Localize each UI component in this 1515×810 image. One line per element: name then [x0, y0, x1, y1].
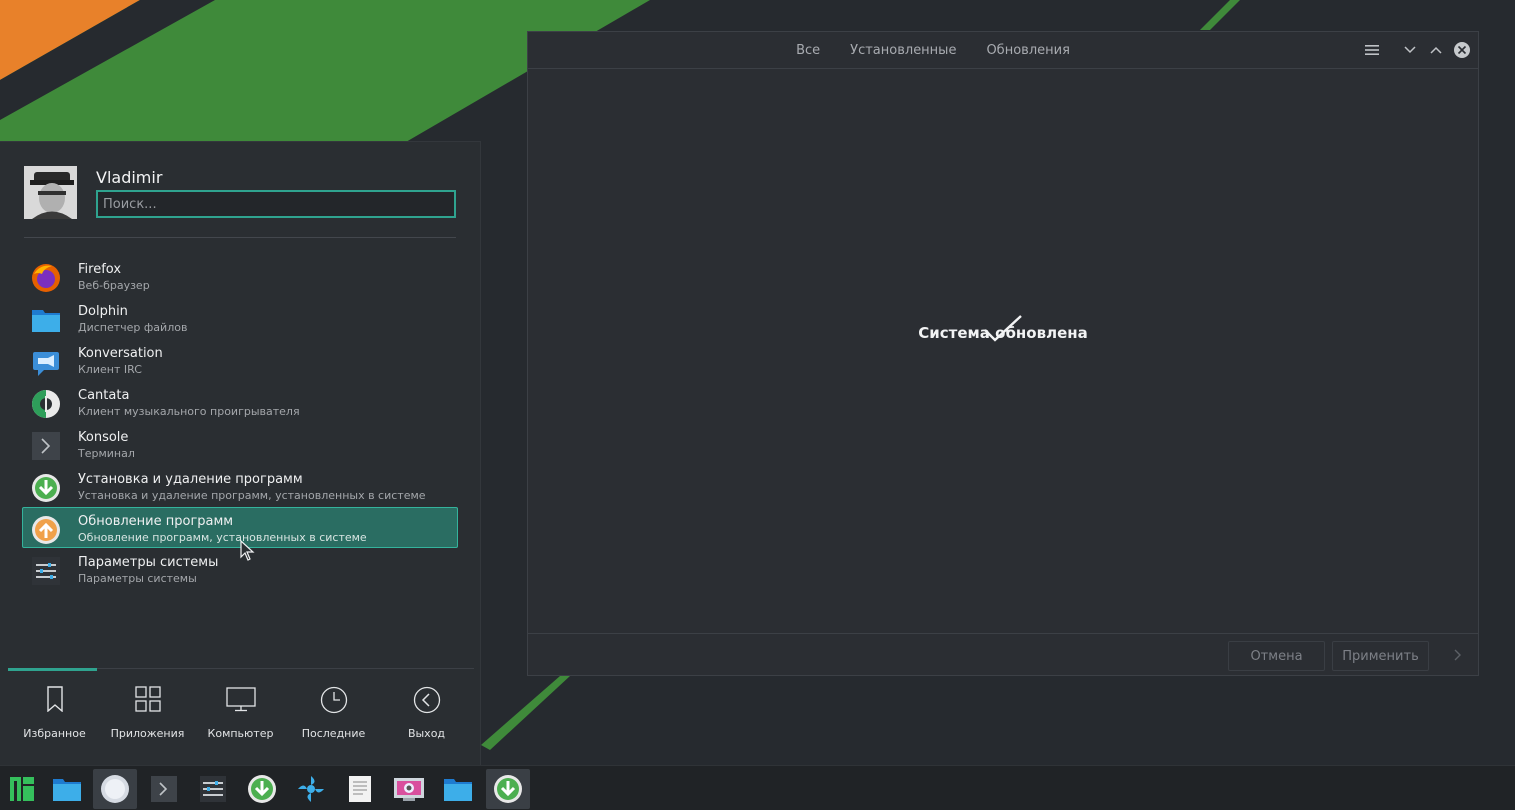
- active-tab-indicator: [8, 668, 97, 671]
- list-item-dolphin[interactable]: Dolphin Диспетчер файлов: [22, 297, 458, 339]
- manjaro-launcher-icon[interactable]: [0, 769, 44, 809]
- app-description: Клиент IRC: [78, 363, 142, 376]
- tab-all[interactable]: Все: [796, 43, 820, 58]
- mouse-cursor-icon: [240, 540, 255, 561]
- app-name: Cantata: [78, 388, 130, 403]
- app-description: Диспетчер файлов: [78, 321, 188, 334]
- tab-applications[interactable]: Приложения: [101, 672, 194, 762]
- app-name: Обновление программ: [78, 514, 234, 529]
- avatar[interactable]: [24, 166, 77, 219]
- list-item-cantata[interactable]: Cantata Клиент музыкального проигрывател…: [22, 381, 458, 423]
- folder-icon: [30, 304, 62, 336]
- cancel-button[interactable]: Отмена: [1228, 641, 1325, 671]
- update-icon: [30, 514, 62, 546]
- tab-installed[interactable]: Установленные: [850, 43, 956, 58]
- hamburger-menu-icon[interactable]: [1362, 40, 1382, 60]
- window-titlebar: Все Установленные Обновления: [528, 32, 1478, 69]
- window-tabs: Все Установленные Обновления: [528, 32, 1478, 69]
- chat-icon: [30, 346, 62, 378]
- music-player-icon: [30, 388, 62, 420]
- nav-label: Выход: [407, 727, 446, 740]
- grid-icon: [101, 686, 194, 712]
- app-name: Установка и удаление программ: [78, 472, 303, 487]
- settings-icon: [30, 555, 62, 587]
- taskbar: [0, 765, 1515, 810]
- install-icon[interactable]: [240, 769, 284, 809]
- tab-favorites[interactable]: Избранное: [8, 672, 101, 762]
- app-name: Firefox: [78, 262, 122, 277]
- folder-icon[interactable]: [436, 769, 480, 809]
- app-description: Установка и удаление программ, установле…: [78, 489, 426, 502]
- tab-computer[interactable]: Компьютер: [194, 672, 287, 762]
- username: Vladimir: [96, 168, 163, 187]
- software-center-window: Все Установленные Обновления Система обн…: [527, 31, 1479, 676]
- list-item-firefox[interactable]: Firefox Веб-браузер: [22, 255, 458, 297]
- screenshot-icon[interactable]: [387, 769, 431, 809]
- bookmark-icon: [8, 686, 101, 712]
- app-description: Терминал: [78, 447, 135, 460]
- nav-label: Приложения: [110, 727, 185, 740]
- divider: [24, 237, 456, 238]
- software-center-task-icon[interactable]: [486, 769, 530, 809]
- maximize-icon[interactable]: [1426, 40, 1446, 60]
- firefox-icon: [30, 262, 62, 294]
- status-message: Система обновлена: [918, 324, 1088, 342]
- list-item-konversation[interactable]: Konversation Клиент IRC: [22, 339, 458, 381]
- list-item-konsole[interactable]: Konsole Терминал: [22, 423, 458, 465]
- terminal-icon: [30, 430, 62, 462]
- app-name: Konsole: [78, 430, 129, 445]
- monitor-icon: [194, 686, 287, 712]
- list-item-software-install[interactable]: Установка и удаление программ Установка …: [22, 465, 458, 507]
- nav-label: Последние: [301, 727, 366, 740]
- search-input[interactable]: [96, 190, 456, 218]
- tab-leave[interactable]: Выход: [380, 672, 473, 762]
- folder-icon[interactable]: [45, 769, 89, 809]
- tab-recent[interactable]: Последние: [287, 672, 380, 762]
- updates-content: Система обновлена: [528, 69, 1478, 634]
- app-description: Клиент музыкального проигрывателя: [78, 405, 300, 418]
- install-icon: [30, 472, 62, 504]
- chevron-right-icon[interactable]: [1448, 645, 1468, 665]
- apply-button[interactable]: Применить: [1332, 641, 1429, 671]
- app-name: Dolphin: [78, 304, 128, 319]
- app-description: Веб-браузер: [78, 279, 150, 292]
- app-description: Обновление программ, установленных в сис…: [78, 531, 367, 544]
- browser-icon[interactable]: [93, 769, 137, 809]
- app-name: Параметры системы: [78, 555, 219, 570]
- text-editor-icon[interactable]: [338, 769, 382, 809]
- application-launcher: Vladimir Firefox Веб-браузер Dolphin Дис…: [0, 141, 481, 765]
- launcher-nav: Избранное Приложения Компьютер Последние…: [8, 672, 474, 762]
- back-icon: [380, 686, 473, 714]
- app-description: Параметры системы: [78, 572, 197, 585]
- nav-label: Избранное: [23, 727, 86, 740]
- settings-icon[interactable]: [191, 769, 235, 809]
- nav-label: Компьютер: [207, 727, 274, 740]
- minimize-icon[interactable]: [1400, 40, 1420, 60]
- pinwheel-icon[interactable]: [289, 769, 333, 809]
- clock-icon: [287, 686, 380, 714]
- terminal-icon[interactable]: [142, 769, 186, 809]
- app-name: Konversation: [78, 346, 163, 361]
- close-icon[interactable]: [1452, 40, 1472, 60]
- tab-updates[interactable]: Обновления: [986, 43, 1069, 58]
